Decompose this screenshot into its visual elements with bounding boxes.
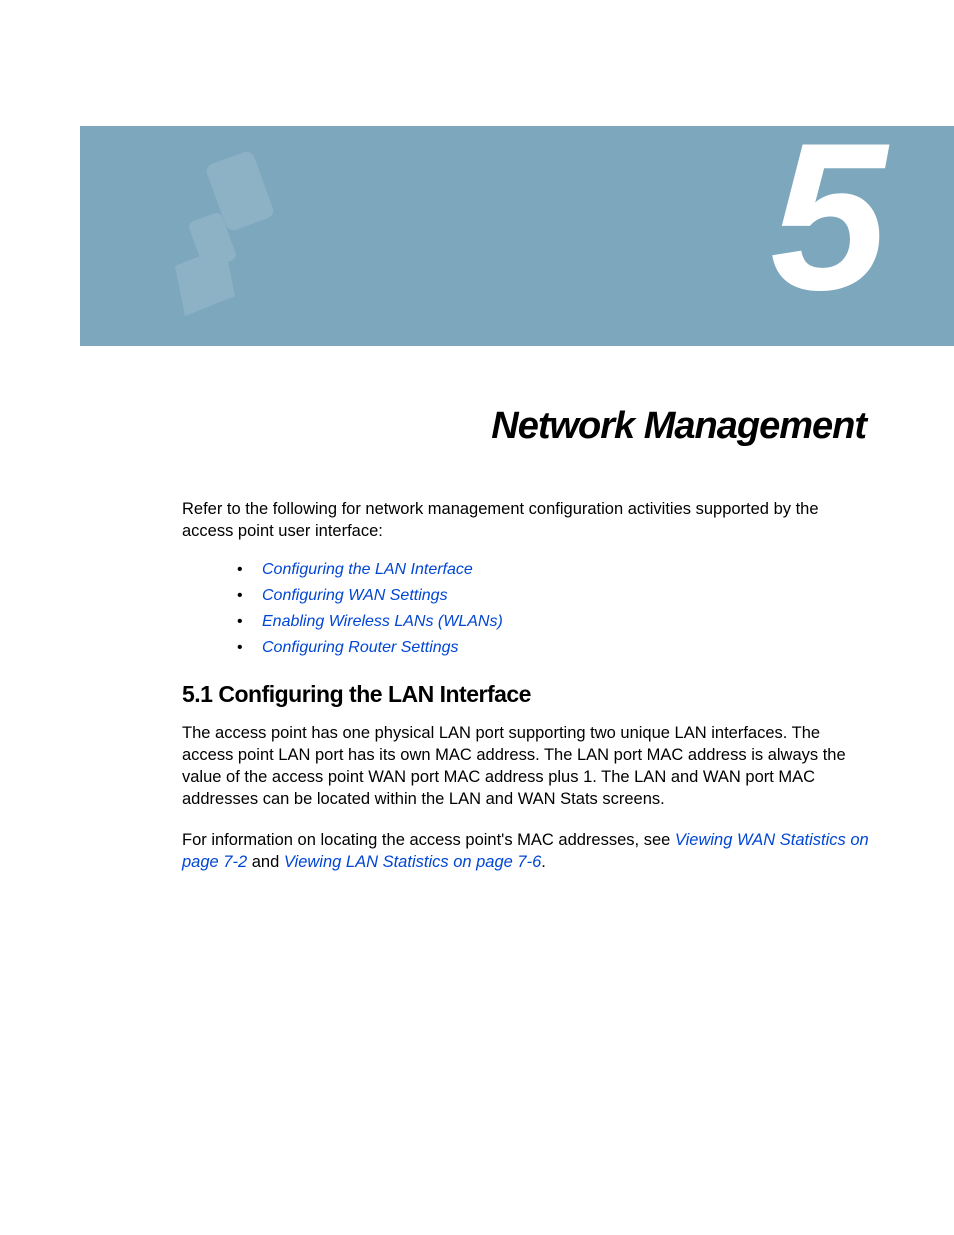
link-lan-statistics[interactable]: Viewing LAN Statistics on page 7-6 xyxy=(284,853,541,871)
section-heading: 5.1 Configuring the LAN Interface xyxy=(182,681,872,708)
link-configuring-lan[interactable]: Configuring the LAN Interface xyxy=(262,561,473,578)
list-item: Configuring Router Settings xyxy=(237,639,872,657)
list-item: Configuring WAN Settings xyxy=(237,587,872,605)
barcode-scanner-icon xyxy=(155,146,315,326)
link-enabling-wlans[interactable]: Enabling Wireless LANs (WLANs) xyxy=(262,613,503,630)
text-run: and xyxy=(247,853,284,871)
section-paragraph-2: For information on locating the access p… xyxy=(182,829,872,874)
list-item: Configuring the LAN Interface xyxy=(237,561,872,579)
content-area: Refer to the following for network manag… xyxy=(182,498,872,891)
intro-paragraph: Refer to the following for network manag… xyxy=(182,498,872,543)
link-configuring-router[interactable]: Configuring Router Settings xyxy=(262,639,459,656)
topic-links-list: Configuring the LAN Interface Configurin… xyxy=(237,561,872,657)
section-paragraph-1: The access point has one physical LAN po… xyxy=(182,722,872,811)
chapter-number: 5 xyxy=(770,126,879,338)
chapter-banner: 5 xyxy=(80,126,954,346)
chapter-title: Network Management xyxy=(491,405,866,448)
text-run: For information on locating the access p… xyxy=(182,831,675,849)
list-item: Enabling Wireless LANs (WLANs) xyxy=(237,613,872,631)
text-run: . xyxy=(541,853,546,871)
link-configuring-wan[interactable]: Configuring WAN Settings xyxy=(262,587,448,604)
